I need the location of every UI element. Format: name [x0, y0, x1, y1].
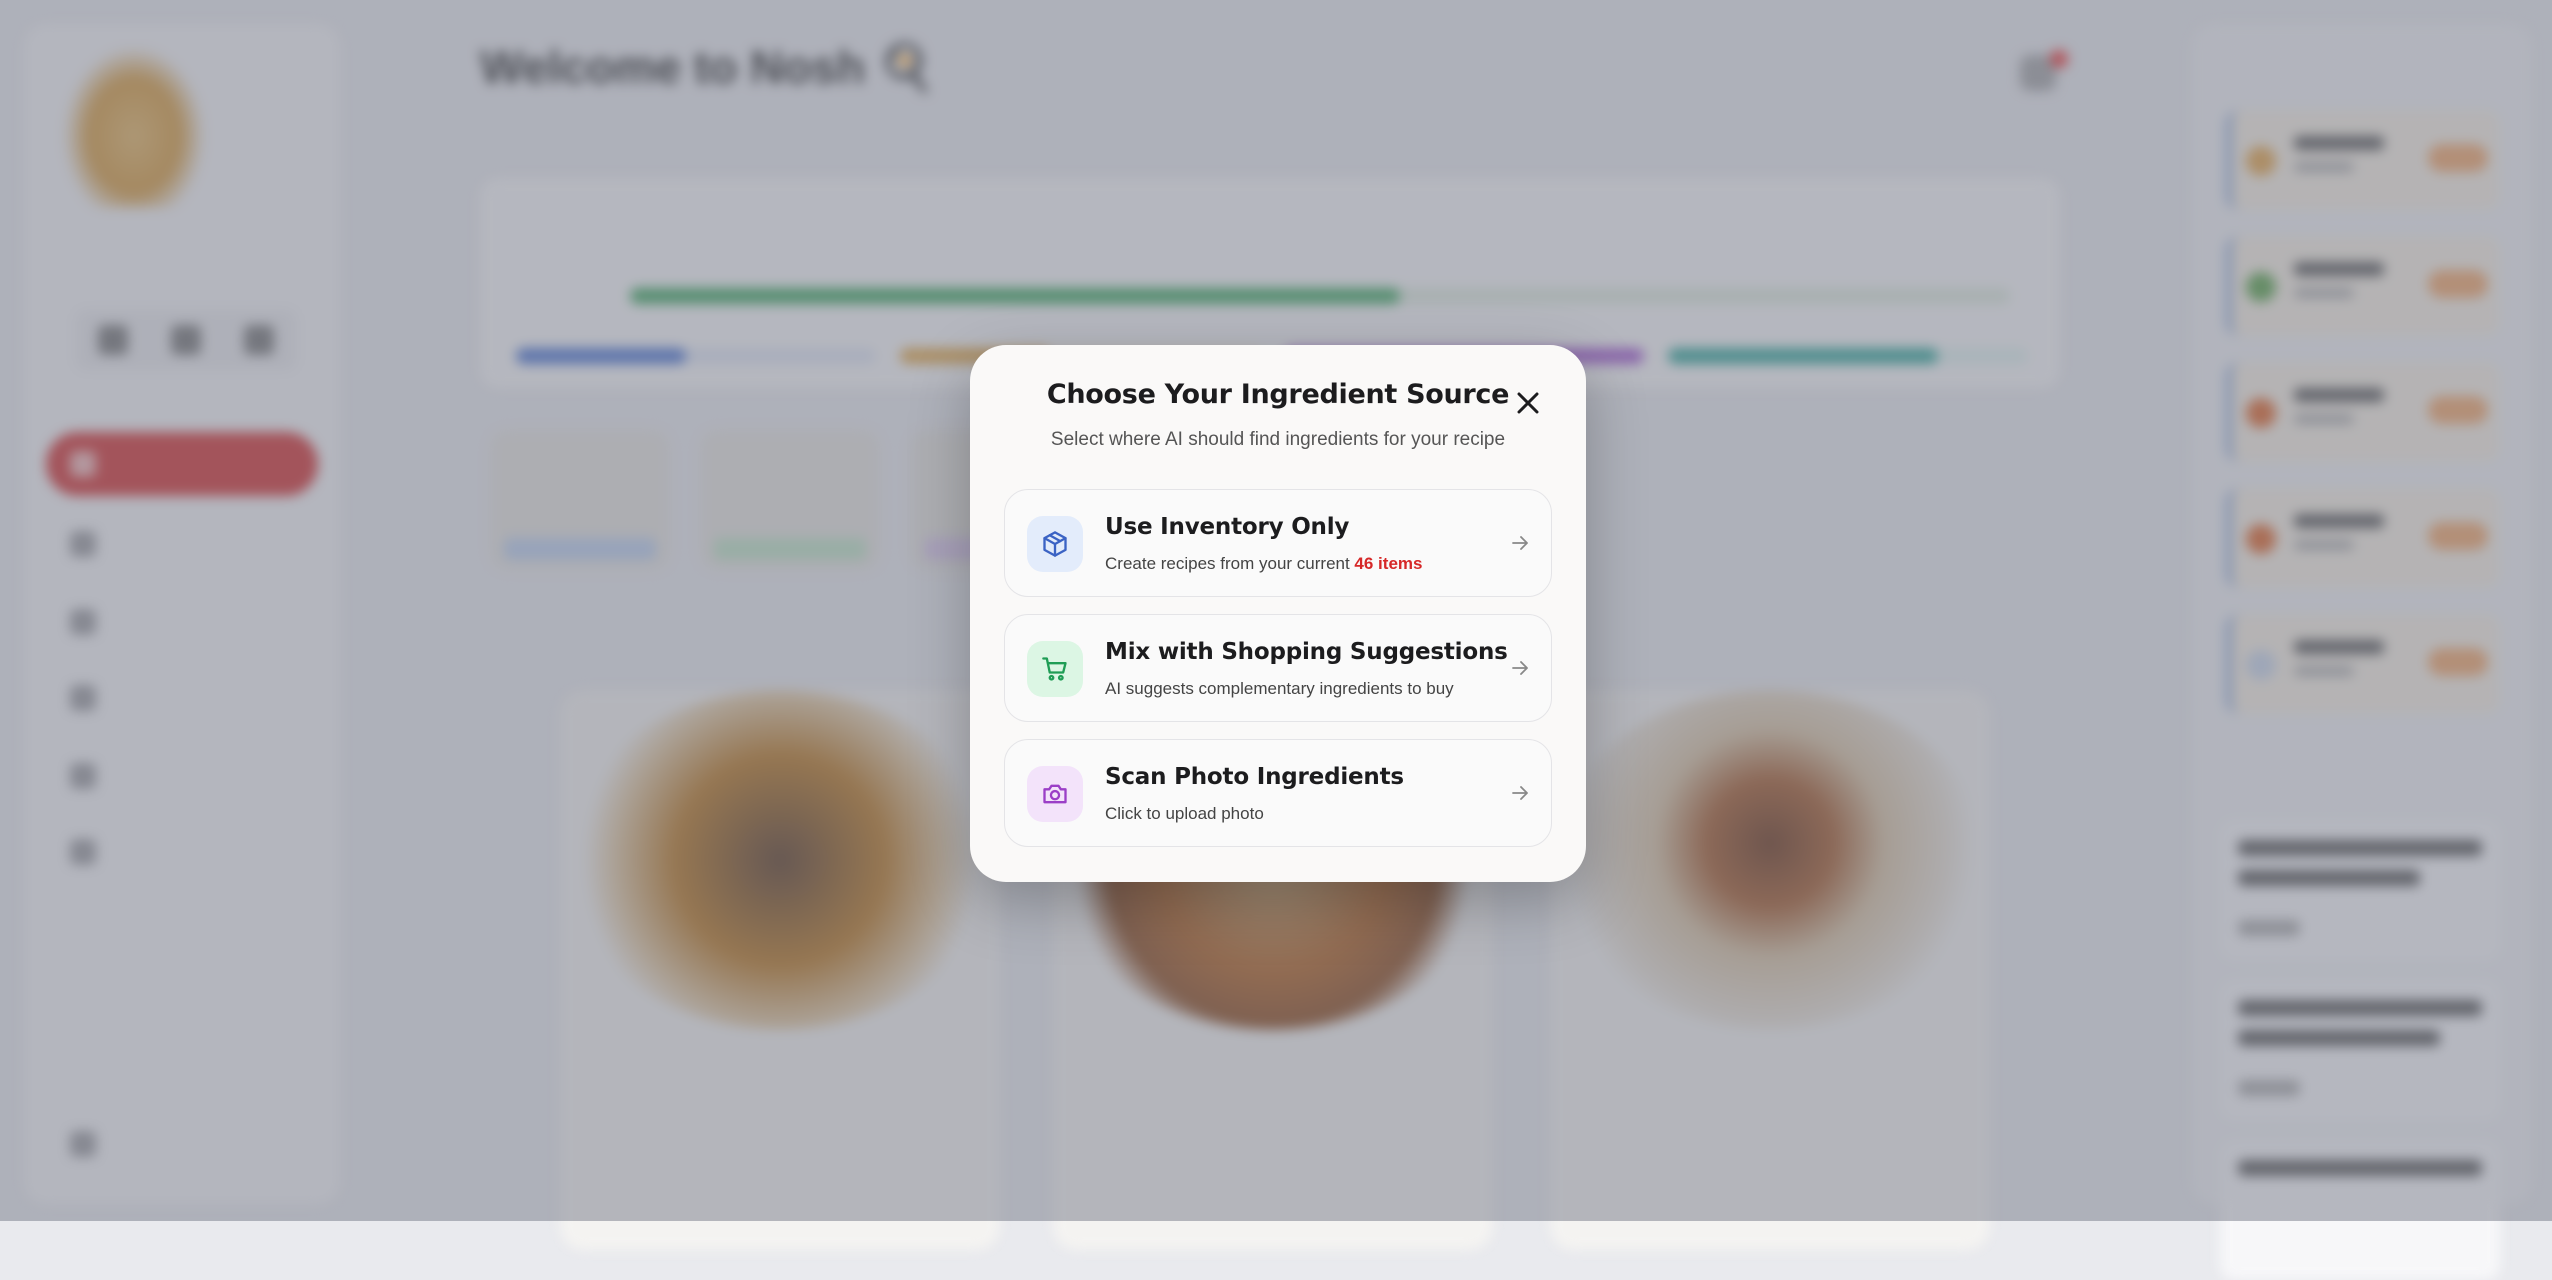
modal-subtitle: Select where AI should find ingredients …	[1050, 429, 1506, 450]
mix-shopping-option[interactable]: Mix with Shopping Suggestions AI suggest…	[1004, 614, 1552, 722]
option-description: Create recipes from your current 46 item…	[1105, 554, 1423, 573]
scan-photo-option[interactable]: Scan Photo Ingredients Click to upload p…	[1004, 739, 1552, 847]
arrow-right-icon	[1512, 661, 1528, 675]
camera-icon	[1027, 766, 1083, 822]
shopping-cart-icon	[1027, 641, 1083, 697]
use-inventory-option[interactable]: Use Inventory Only Create recipes from y…	[1004, 489, 1552, 597]
package-icon	[1027, 516, 1083, 572]
arrow-right-icon	[1512, 536, 1528, 550]
option-title: Scan Photo Ingredients	[1105, 764, 1404, 790]
option-description: Click to upload photo	[1105, 804, 1264, 823]
option-title: Mix with Shopping Suggestions	[1105, 639, 1508, 665]
close-button[interactable]	[1510, 385, 1546, 421]
inventory-count: 46 items	[1354, 554, 1423, 573]
ingredient-source-modal: Choose Your Ingredient Source Select whe…	[970, 345, 1586, 882]
arrow-right-icon	[1512, 786, 1528, 800]
option-title: Use Inventory Only	[1105, 514, 1350, 540]
option-description: AI suggests complementary ingredients to…	[1105, 679, 1454, 698]
close-icon	[1517, 392, 1539, 414]
modal-title: Choose Your Ingredient Source	[1046, 379, 1510, 410]
